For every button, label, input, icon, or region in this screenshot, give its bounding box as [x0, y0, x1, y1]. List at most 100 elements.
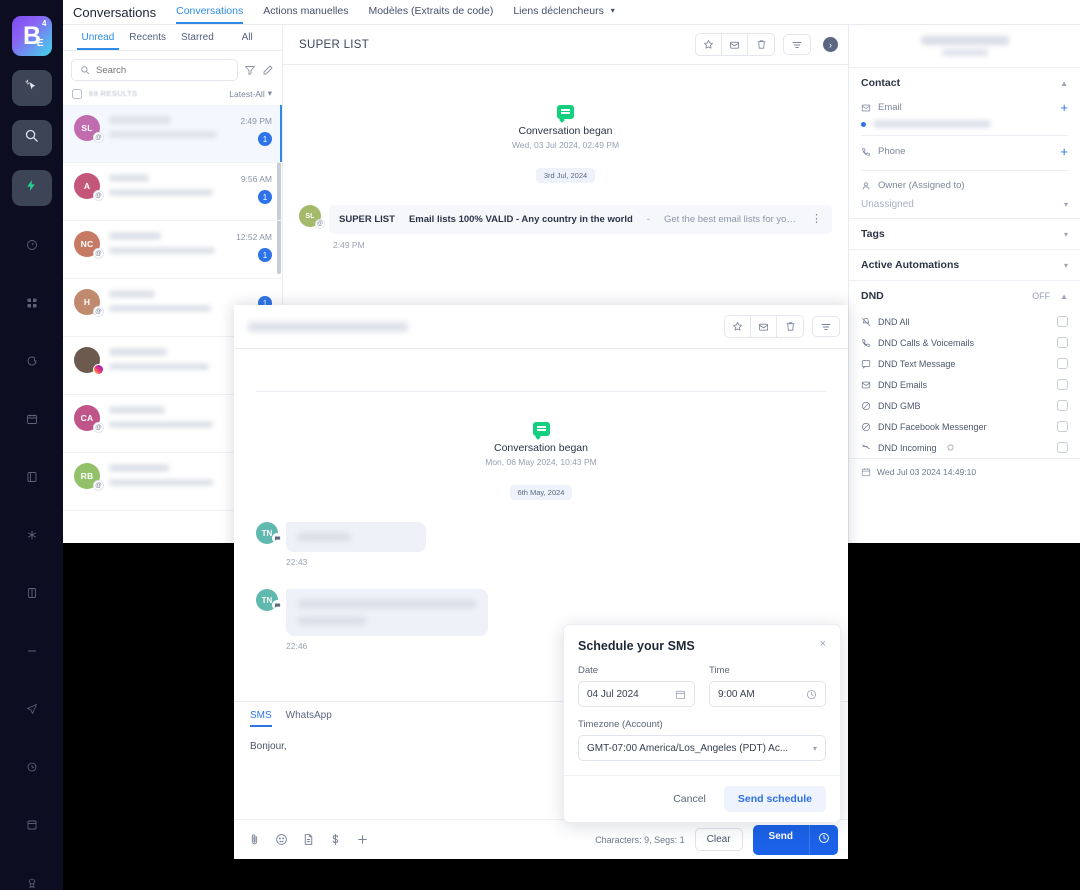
sidebar-item-sites[interactable]: [12, 810, 52, 844]
compose-icon[interactable]: [262, 64, 274, 76]
dnd-checkbox[interactable]: [1057, 379, 1068, 390]
tab-liens-declencheurs[interactable]: Liens déclencheurs ▾: [513, 2, 614, 23]
mark-unread-button[interactable]: [722, 34, 748, 55]
dnd-checkbox[interactable]: [1057, 316, 1068, 327]
add-phone-button[interactable]: +: [1060, 145, 1068, 158]
sidebar-item-contacts[interactable]: [12, 462, 52, 496]
calendar-icon: [26, 412, 38, 430]
send-button[interactable]: Send: [752, 824, 809, 855]
expand-panel-button[interactable]: ›: [823, 37, 838, 52]
calendar-icon[interactable]: [675, 689, 686, 700]
owner-value: Unassigned: [861, 199, 914, 210]
email-message[interactable]: SL @ SUPER LIST Email lists 100% VALID -…: [299, 205, 832, 234]
timezone-select[interactable]: GMT-07:00 America/Los_Angeles (PDT) Ac..…: [578, 735, 826, 761]
list-tab-all[interactable]: All: [222, 25, 272, 50]
contact-section-toggle[interactable]: ▲: [1060, 79, 1068, 88]
tab-actions-manuelles[interactable]: Actions manuelles: [263, 2, 348, 23]
list-tab-starred[interactable]: Starred: [173, 25, 223, 50]
sidebar-item-campaigns[interactable]: [12, 694, 52, 728]
dnd-item-incoming[interactable]: DND Incoming: [849, 437, 1080, 458]
list-tab-unread[interactable]: Unread: [73, 25, 123, 50]
quick-actions-button[interactable]: [11, 170, 52, 206]
add-email-button[interactable]: +: [1060, 101, 1068, 114]
delete-button[interactable]: [777, 316, 803, 337]
info-icon[interactable]: [947, 444, 954, 451]
tags-section-header[interactable]: Tags ▾: [849, 218, 1080, 249]
dnd-checkbox[interactable]: [1057, 400, 1068, 411]
sidebar-item-apps[interactable]: [12, 288, 52, 322]
email-value-row[interactable]: [849, 118, 1080, 135]
dnd-item-all[interactable]: DND All: [849, 311, 1080, 332]
clear-button[interactable]: Clear: [694, 828, 743, 851]
date-input[interactable]: 04 Jul 2024: [578, 681, 695, 707]
conversation-item-2[interactable]: NC @ 12:52 AM 1: [63, 221, 282, 279]
tab-sms[interactable]: SMS: [250, 710, 272, 727]
dnd-item-emails[interactable]: DND Emails: [849, 374, 1080, 395]
sidebar-item-memberships[interactable]: [12, 868, 52, 890]
timezone-value: GMT-07:00 America/Los_Angeles (PDT) Ac..…: [587, 742, 789, 754]
contact-section-header[interactable]: Contact ▲: [849, 67, 1080, 98]
sidebar-item-automation[interactable]: [12, 752, 52, 786]
message-bubble[interactable]: [286, 589, 488, 636]
email-timestamp: 2:49 PM: [333, 240, 365, 250]
sidebar-item-opportunities[interactable]: [12, 520, 52, 554]
document-icon[interactable]: [302, 833, 315, 846]
search-box[interactable]: [71, 59, 238, 81]
select-all-checkbox[interactable]: [72, 88, 82, 99]
email-card[interactable]: SUPER LIST Email lists 100% VALID - Any …: [329, 205, 832, 234]
list-tab-recents[interactable]: Recents: [123, 25, 173, 50]
sidebar-item-marketing[interactable]: [12, 636, 52, 670]
thread-filter-button[interactable]: [783, 34, 811, 55]
tab-whatsapp[interactable]: WhatsApp: [286, 710, 332, 727]
dnd-checkbox[interactable]: [1057, 358, 1068, 369]
close-icon[interactable]: ×: [820, 639, 826, 650]
mark-unread-button[interactable]: [751, 316, 777, 337]
conversation-item-0[interactable]: SL @ 2:49 PM 1: [63, 105, 282, 163]
dnd-item-calls[interactable]: DND Calls & Voicemails: [849, 332, 1080, 353]
message-bubble[interactable]: [286, 522, 426, 552]
dnd-checkbox[interactable]: [1057, 442, 1068, 453]
tags-section-toggle[interactable]: ▾: [1064, 230, 1068, 239]
dnd-item-messenger[interactable]: DND Facebook Messenger: [849, 416, 1080, 437]
unread-badge: 1: [258, 190, 272, 204]
send-schedule-button[interactable]: Send schedule: [723, 786, 826, 812]
chevron-up-icon: ▲: [1060, 78, 1068, 88]
sidebar-item-payments[interactable]: [12, 578, 52, 612]
dnd-checkbox[interactable]: [1057, 421, 1068, 432]
owner-select[interactable]: Unassigned ▾: [849, 195, 1080, 218]
automations-section-toggle[interactable]: ▾: [1064, 261, 1068, 270]
dnd-item-text[interactable]: DND Text Message: [849, 353, 1080, 374]
filter-icon[interactable]: [244, 64, 256, 76]
emoji-icon[interactable]: [275, 833, 288, 846]
more-options-icon[interactable]: ⋮: [811, 214, 822, 225]
dnd-checkbox[interactable]: [1057, 337, 1068, 348]
delete-button[interactable]: [748, 34, 774, 55]
conversation-item-1[interactable]: A @ 9:56 AM 1: [63, 163, 282, 221]
tab-modeles[interactable]: Modèles (Extraits de code): [368, 2, 493, 23]
automations-section-header[interactable]: Active Automations ▾: [849, 249, 1080, 280]
brand-logo[interactable]: B E 4: [11, 16, 52, 56]
time-input[interactable]: 9:00 AM: [709, 681, 826, 707]
chevron-up-icon[interactable]: ▲: [1060, 292, 1068, 301]
search-row: [63, 51, 282, 81]
rail-search-button[interactable]: [11, 120, 52, 156]
plus-icon[interactable]: [356, 833, 369, 846]
sidebar-item-conversations[interactable]: [12, 346, 52, 380]
star-button[interactable]: [696, 34, 722, 55]
search-input[interactable]: [96, 64, 229, 76]
email-subject: Email lists 100% VALID - Any country in …: [408, 214, 633, 225]
cursor-select-button[interactable]: [11, 70, 52, 106]
dnd-item-gmb[interactable]: DND GMB: [849, 395, 1080, 416]
sidebar-item-calendar[interactable]: [12, 404, 52, 438]
dnd-section-header[interactable]: DND OFF ▲: [849, 280, 1080, 311]
secondary-filter-button[interactable]: [812, 316, 840, 337]
sidebar-item-dashboard[interactable]: [12, 230, 52, 264]
star-button[interactable]: [725, 316, 751, 337]
cancel-button[interactable]: Cancel: [661, 787, 718, 811]
attach-icon[interactable]: [248, 833, 261, 846]
sort-selector[interactable]: Latest-All ▾: [229, 88, 272, 99]
clock-icon[interactable]: [806, 689, 817, 700]
tab-conversations[interactable]: Conversations: [176, 2, 244, 24]
dollar-icon[interactable]: [329, 833, 342, 846]
schedule-send-button[interactable]: [809, 824, 838, 855]
